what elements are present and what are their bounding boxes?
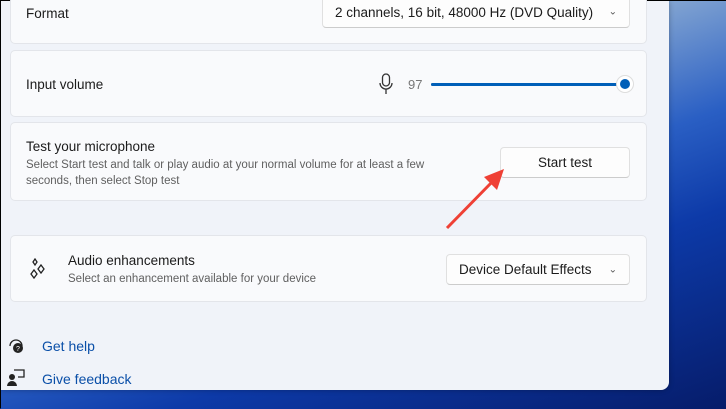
annotation-arrow [445, 169, 504, 230]
